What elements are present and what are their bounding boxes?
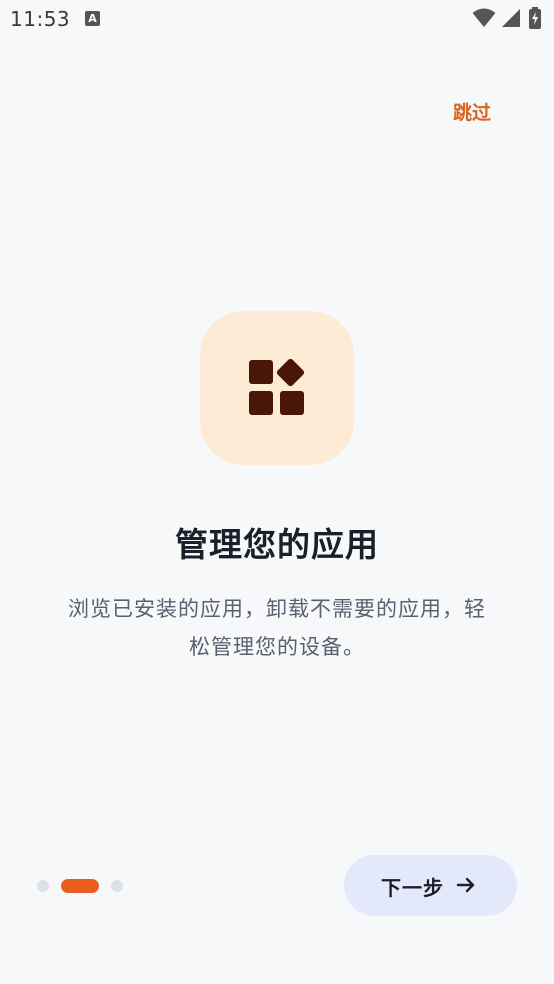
status-time: 11:53 [10,7,71,31]
notification-icon-letter: A [88,12,97,25]
skip-button[interactable]: 跳过 [440,94,504,128]
onboarding-title: 管理您的应用 [175,525,379,564]
page-dot-3 [111,880,123,892]
cellular-signal-icon [502,9,520,27]
wifi-icon [472,8,496,27]
arrow-right-icon [456,877,475,893]
next-button[interactable]: 下一步 [344,855,517,916]
battery-charging-icon [529,7,541,29]
next-button-label: 下一步 [381,876,444,900]
status-bar: 11:53 A [0,0,554,40]
hero-illustration [200,311,354,465]
status-icons [472,7,544,29]
page-dot-1 [37,880,49,892]
accessibility-notification-icon: A [85,11,100,26]
apps-grid-icon [249,358,305,415]
onboarding-description: 浏览已安装的应用，卸载不需要的应用，轻松管理您的设备。 [68,597,486,659]
page-dot-2-active [61,879,99,893]
page-indicator [37,879,137,893]
